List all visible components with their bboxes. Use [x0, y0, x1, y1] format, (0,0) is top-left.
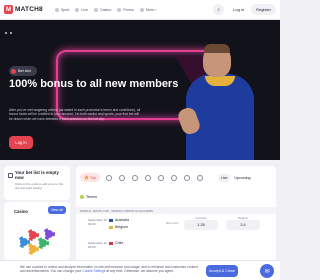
player-hair — [204, 44, 230, 53]
fire-icon: 🔥 — [84, 175, 89, 180]
header-actions: ⌕ Log in Register — [213, 4, 276, 15]
cookie-message-end: at any time. Otherwise, we assume you ag… — [106, 269, 175, 274]
logo-text: MATCH8 — [15, 6, 43, 13]
betslip-panel: Your bet list is empty now Click on the … — [4, 166, 70, 200]
home-team: Australia — [109, 218, 129, 222]
header-login-button[interactable]: Log in — [228, 4, 249, 15]
badge-label: Bet slot — [18, 69, 31, 73]
chevron-down-icon: ▾ — [154, 7, 157, 12]
betslip-title: Your bet list is empty now — [8, 170, 66, 180]
baseball-icon[interactable] — [170, 174, 177, 181]
football-icon[interactable] — [105, 174, 112, 181]
flag-icon — [109, 218, 113, 222]
main-nav: Sport Live Casino Promo More ▾ — [54, 7, 163, 12]
nav-item-casino[interactable]: Casino — [94, 7, 112, 12]
tennis-ball-icon — [80, 195, 84, 199]
odd-away-button[interactable]: 3.4 — [226, 220, 260, 230]
nav-item-more[interactable]: More ▾ — [139, 7, 157, 12]
brand-logo[interactable]: M MATCH8 — [4, 5, 43, 14]
sport-section-title: Tennis — [86, 195, 97, 199]
handball-icon[interactable] — [196, 174, 203, 181]
carousel-dot[interactable] — [10, 32, 12, 34]
esports-icon[interactable] — [183, 174, 190, 181]
nav-item-sport[interactable]: Sport — [54, 7, 70, 12]
sport-section-header: Tennis — [80, 195, 97, 199]
tab-top-label: Top — [89, 175, 96, 180]
sport-tabs: 🔥 Top Live Upcoming — [80, 173, 251, 182]
hero-login-button[interactable]: Log in — [9, 136, 33, 149]
hero-badge: Bet slot — [9, 66, 37, 76]
away-team-name: Belgium — [115, 225, 128, 229]
hockey-icon[interactable] — [144, 174, 151, 181]
logo-mark: M — [4, 5, 13, 14]
chat-icon[interactable]: ✉ — [260, 264, 274, 278]
tab-live[interactable]: Live — [217, 173, 231, 182]
search-icon[interactable]: ⌕ — [213, 4, 225, 15]
match-time: 02:00 — [88, 222, 96, 226]
nav-label: Casino — [100, 7, 112, 12]
football-icon — [54, 7, 59, 12]
match-datetime: September 13 02:00 — [88, 218, 107, 226]
competition-name: WORLD. DAVIS CUP - WORLD GROUP QUALIFIER… — [80, 208, 154, 213]
home-team-name: Australia — [115, 218, 129, 222]
match-row[interactable]: September 13 02:00 Chile — [76, 238, 276, 258]
ticket-icon — [8, 172, 13, 178]
cookie-settings-link[interactable]: Cookie Settings — [82, 269, 105, 273]
tab-top[interactable]: 🔥 Top — [80, 173, 100, 182]
carousel-dot[interactable] — [5, 32, 7, 34]
sports-panel: 🔥 Top Live Upcoming Tennis WORLD. DAVIS C… — [76, 166, 276, 262]
accept-cookies-button[interactable]: Accept & Close — [206, 265, 238, 277]
nav-label: More — [145, 7, 154, 12]
cookie-text: We use cookies to collect and analyze in… — [20, 265, 200, 274]
casino-panel: Casino View all — [4, 202, 70, 260]
gift-icon — [117, 7, 122, 12]
home-team-name: Chile — [115, 241, 124, 245]
odd-home-button[interactable]: 1.26 — [184, 220, 218, 230]
match-datetime: September 13 02:00 — [88, 241, 107, 249]
cookie-banner: We use cookies to collect and analyze in… — [0, 260, 280, 280]
more-bets-link[interactable]: More bets — [166, 221, 178, 225]
casino-chips-image[interactable] — [18, 226, 58, 258]
register-button[interactable]: Register — [251, 4, 276, 15]
tennis-icon[interactable] — [131, 174, 138, 181]
flag-icon — [109, 225, 113, 229]
betslip-hint: Click on the odds to add a bet to the sl… — [15, 182, 64, 190]
casino-view-all-button[interactable]: View all — [47, 206, 66, 214]
badge-icon — [11, 68, 16, 74]
nav-label: Sport — [60, 7, 70, 12]
hero-banner: Bet slot 100% bonus to all new members A… — [0, 20, 280, 160]
away-team: Belgium — [109, 225, 128, 229]
hero-description: After you've met wagering criteria (as s… — [9, 108, 141, 121]
live-icon — [75, 7, 80, 12]
nav-label: Live — [81, 7, 88, 12]
tab-upcoming[interactable]: Upcoming — [234, 176, 250, 180]
volleyball-icon[interactable] — [157, 174, 164, 181]
nav-item-live[interactable]: Live — [75, 7, 88, 12]
flag-icon — [109, 241, 113, 245]
casino-icon — [94, 7, 98, 12]
nav-label: Promo — [123, 7, 134, 12]
nav-item-promo[interactable]: Promo — [117, 7, 134, 12]
carousel-dots — [5, 32, 15, 34]
top-header: M MATCH8 Sport Live Casino Promo More ▾ ⌕… — [0, 0, 280, 20]
chip-icon — [43, 228, 55, 240]
home-team: Chile — [109, 241, 123, 245]
competition-header[interactable]: WORLD. DAVIS CUP - WORLD GROUP QUALIFIER… — [76, 207, 276, 214]
match-time: 02:00 — [88, 245, 96, 249]
match-row[interactable]: September 13 02:00 Australia Belgium Mor… — [76, 215, 276, 235]
basketball-icon[interactable] — [118, 174, 125, 181]
chip-icon — [27, 243, 39, 255]
more-icon — [139, 7, 144, 12]
betslip-title-text: Your bet list is empty now — [14, 170, 59, 180]
hero-title: 100% bonus to all new members — [9, 78, 179, 90]
